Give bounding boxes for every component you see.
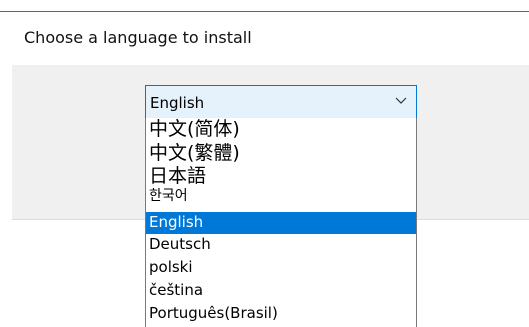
language-dropdown-list: 中文(简体) 中文(繁體) 日本語 한국어 English Deutsch po… [145,118,417,327]
language-option-label: Português(Brasil) [149,304,278,322]
top-divider [0,11,529,12]
language-option-label: čeština [149,281,204,299]
language-option-zh-hans[interactable]: 中文(简体) [146,120,416,144]
language-select-value: English [150,94,205,112]
language-option-label: Deutsch [149,235,211,253]
language-option-label: English [149,213,204,231]
language-select[interactable]: English [145,85,417,119]
language-option-label: polski [149,258,193,276]
language-option-pl[interactable]: polski [146,260,416,282]
language-option-ja[interactable]: 日本語 [146,167,416,189]
language-option-cs[interactable]: čeština [146,283,416,305]
language-option-label: 中文(繁體) [149,142,240,164]
language-option-pt-br[interactable]: Português(Brasil) [146,306,416,327]
language-option-label: 한국어 [149,188,188,204]
language-option-de[interactable]: Deutsch [146,237,416,259]
chevron-down-icon [395,97,407,104]
language-option-ko[interactable]: 한국어 [146,189,416,212]
language-option-label: 中文(简体) [149,118,240,140]
language-option-zh-hant[interactable]: 中文(繁體) [146,144,416,167]
language-option-en[interactable]: English [146,212,416,234]
page-title: Choose a language to install [24,28,252,47]
language-option-label: 日本語 [149,165,207,187]
